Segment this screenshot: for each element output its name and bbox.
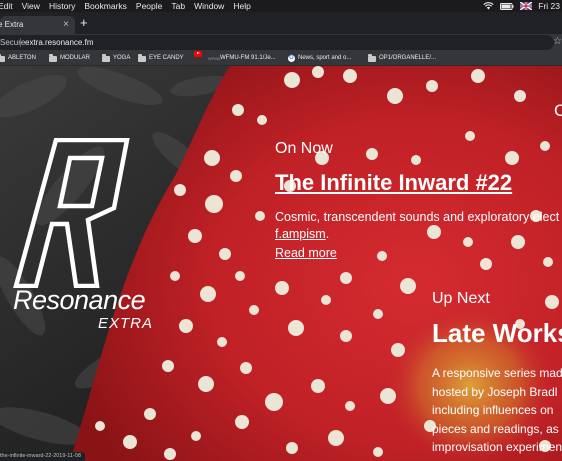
- up-next-description: A responsive series mad hosted by Joseph…: [432, 364, 562, 457]
- bookmark-modular[interactable]: MODULAR: [49, 51, 90, 66]
- bookmark-label: YOGA: [113, 55, 131, 61]
- battery-icon[interactable]: [500, 2, 514, 10]
- menu-edit[interactable]: Edit: [0, 1, 13, 11]
- bookmark-op1[interactable]: OP1/ORGANELLE/...: [368, 51, 436, 66]
- flag-icon[interactable]: [520, 2, 533, 10]
- folder-icon: [138, 54, 146, 62]
- menu-bookmarks[interactable]: Bookmarks: [84, 1, 127, 11]
- bookmark-wfmu[interactable]: WFMU WFMU-FM 91.1/Je...: [208, 51, 276, 66]
- fampism-link[interactable]: f.ampism: [275, 227, 326, 241]
- bookmarks-bar: ABLETON MODULAR YOGA EYE CANDY WFMU WFMU-…: [0, 51, 562, 66]
- bookmark-label: News, sport and o...: [298, 55, 352, 61]
- tab-title: e Extra: [0, 20, 24, 29]
- bookmark-label: MODULAR: [60, 55, 91, 61]
- logo-wordmark: Resonance: [13, 285, 146, 315]
- up-next-label: Up Next: [432, 290, 490, 307]
- bookmark-star-icon[interactable]: ☆: [553, 34, 562, 49]
- up-next-desc-line: improvisation experimen: [432, 440, 562, 454]
- logo-subtitle: EXTRA: [98, 315, 154, 332]
- corner-nav-text[interactable]: C: [554, 102, 562, 120]
- on-now-title-link[interactable]: The Infinite Inward #22: [275, 170, 512, 196]
- link-status-bar: the-infinite-inward-22-2019-11-08: [0, 452, 85, 461]
- menu-window[interactable]: Window: [194, 1, 224, 11]
- browser-tab-active[interactable]: e Extra ×: [0, 16, 75, 34]
- menu-items: Edit View History Bookmarks People Tab Window H…: [0, 0, 260, 12]
- bookmark-news[interactable]: G News, sport and o...: [288, 51, 351, 66]
- folder-icon: [368, 54, 376, 62]
- google-icon: G: [288, 55, 295, 62]
- menu-status-area: Fri 23: [483, 0, 560, 12]
- on-now-description: Cosmic, transcendent sounds and explorat…: [275, 209, 559, 243]
- menu-help[interactable]: Help: [233, 1, 250, 11]
- desc-period: .: [325, 227, 330, 241]
- menu-view[interactable]: View: [22, 1, 40, 11]
- folder-icon: [0, 54, 5, 62]
- up-next-desc-line: including influences on: [432, 403, 554, 417]
- resonance-logo-r-icon[interactable]: [0, 138, 140, 288]
- bookmark-label: OP1/ORGANELLE/...: [379, 55, 437, 61]
- on-now-desc-text: Cosmic, transcendent sounds and explorat…: [275, 210, 560, 224]
- bookmark-label: EYE CANDY: [149, 55, 184, 61]
- bookmark-youtube[interactable]: [194, 51, 202, 57]
- wifi-icon[interactable]: [483, 2, 494, 10]
- url-text[interactable]: extra.resonance.fm: [25, 35, 93, 50]
- address-bar: Secure extra.resonance.fm ☆: [0, 34, 562, 51]
- bookmark-label: ABLETON: [8, 55, 36, 61]
- menu-clock[interactable]: Fri 23: [538, 0, 560, 12]
- on-now-label: On Now: [275, 140, 333, 157]
- new-tab-button[interactable]: +: [80, 16, 88, 30]
- youtube-icon: [194, 51, 202, 57]
- bookmark-label: WFMU-FM 91.1/Je...: [220, 55, 276, 61]
- security-label[interactable]: Secure: [0, 35, 25, 50]
- page-content: Resonance EXTRA C On Now The Infinite In…: [0, 66, 562, 461]
- wfmu-icon: WFMU: [208, 56, 221, 61]
- bookmark-eye-candy[interactable]: EYE CANDY: [138, 51, 184, 66]
- omnibox[interactable]: Secure extra.resonance.fm: [0, 35, 554, 50]
- folder-icon: [102, 54, 110, 62]
- bookmark-yoga[interactable]: YOGA: [102, 51, 130, 66]
- folder-icon: [49, 54, 57, 62]
- menu-bar: Edit View History Bookmarks People Tab Window H…: [0, 0, 562, 12]
- bookmark-ableton[interactable]: ABLETON: [0, 51, 36, 66]
- menu-people[interactable]: People: [136, 1, 162, 11]
- up-next-desc-line: pieces and readings, as: [432, 421, 559, 436]
- up-next-desc-line: A responsive series mad: [432, 366, 562, 380]
- read-more-link[interactable]: Read more: [275, 246, 337, 261]
- omnibox-divider: [20, 38, 21, 47]
- tab-close-icon[interactable]: ×: [63, 16, 69, 34]
- menu-history[interactable]: History: [49, 1, 75, 11]
- up-next-title[interactable]: Late Works: [432, 318, 562, 348]
- menu-tab[interactable]: Tab: [171, 1, 185, 11]
- up-next-desc-line: hosted by Joseph Bradl: [432, 384, 558, 399]
